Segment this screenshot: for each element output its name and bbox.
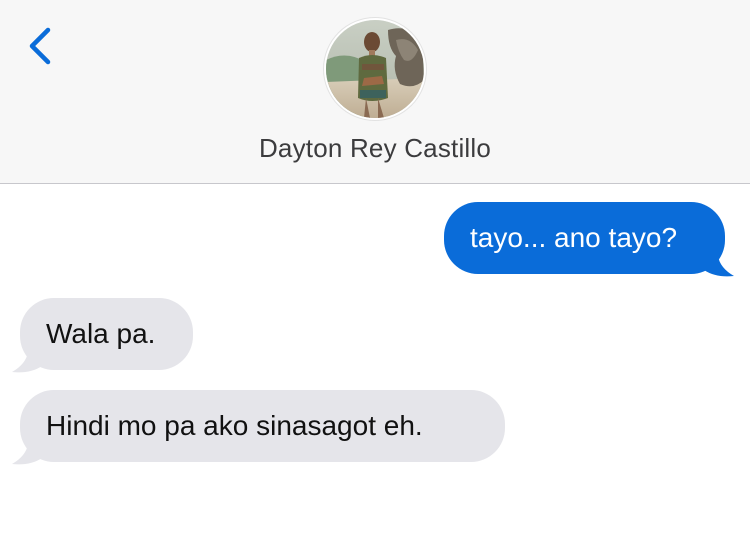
message-bubble-received[interactable]: Hindi mo pa ako sinasagot eh. — [20, 390, 505, 462]
avatar[interactable] — [326, 20, 424, 118]
conversation-header: Dayton Rey Castillo — [0, 0, 750, 184]
sent-bubble-tail — [700, 256, 734, 277]
message-text: Wala pa. — [46, 318, 156, 349]
chevron-left-icon[interactable] — [22, 24, 58, 68]
message-text: Hindi mo pa ako sinasagot eh. — [46, 410, 423, 441]
message-text: tayo... ano tayo? — [470, 222, 678, 253]
message-bubble-sent[interactable]: tayo... ano tayo? — [444, 202, 725, 274]
back-button[interactable] — [22, 24, 58, 68]
contact-name[interactable]: Dayton Rey Castillo — [0, 133, 750, 164]
received-bubble-tail — [12, 352, 46, 373]
contact-photo — [326, 20, 424, 118]
received-bubble-tail — [12, 444, 46, 465]
message-thread: tayo... ano tayo? Wala pa. Hindi mo pa a… — [0, 184, 750, 543]
